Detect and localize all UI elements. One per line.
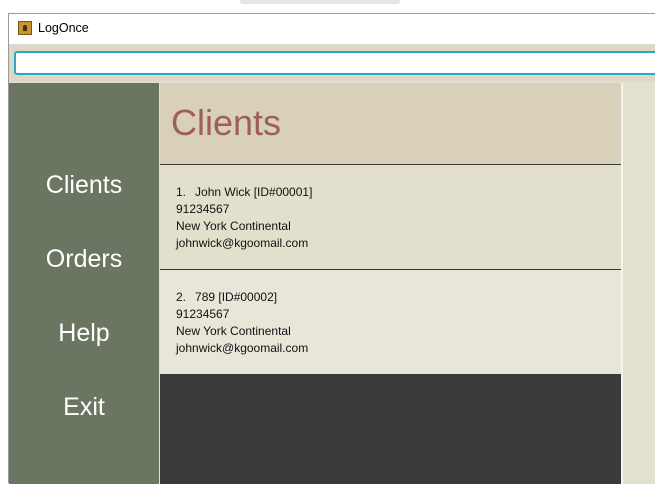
page-header: Clients <box>160 83 621 164</box>
client-name-line: 1. John Wick [ID#00001] <box>176 185 312 199</box>
page-title: Clients <box>171 102 282 143</box>
sidebar-item-clients[interactable]: Clients <box>9 171 159 200</box>
client-card[interactable]: 1. John Wick [ID#00001] 91234567 New York… <box>160 165 621 269</box>
sidebar-item-help[interactable]: Help <box>9 319 159 348</box>
window-title: LogOnce <box>38 21 89 35</box>
sidebar: Clients Orders Help Exit <box>9 83 159 484</box>
command-input[interactable] <box>14 51 655 75</box>
client-phone: 91234567 <box>176 202 230 216</box>
client-phone: 91234567 <box>176 307 230 321</box>
sidebar-item-exit[interactable]: Exit <box>9 393 159 422</box>
top-strip <box>0 0 655 13</box>
title-bar: LogOnce <box>9 14 655 45</box>
client-name-line: 2. 789 [ID#00002] <box>176 290 277 304</box>
command-bar <box>9 45 655 81</box>
client-address: New York Continental <box>176 324 291 338</box>
client-card[interactable]: 2. 789 [ID#00002] 91234567 New York Conti… <box>160 270 621 374</box>
app-window: LogOnce Clients Orders Help Exit Clients… <box>8 13 655 484</box>
browser-tab-edge <box>240 0 400 4</box>
client-name: 789 [ID#00002] <box>195 290 278 304</box>
right-panel <box>621 83 655 484</box>
sidebar-item-orders[interactable]: Orders <box>9 245 159 274</box>
client-index: 2. <box>176 290 187 304</box>
client-email: johnwick@kgoomail.com <box>176 341 309 355</box>
client-index: 1. <box>176 185 187 199</box>
main-panel: Clients 1. John Wick [ID#00001] 91234567 … <box>160 83 621 484</box>
client-address: New York Continental <box>176 219 291 233</box>
app-icon <box>18 21 32 35</box>
client-name: John Wick [ID#00001] <box>195 185 313 199</box>
client-email: johnwick@kgoomail.com <box>176 236 309 250</box>
